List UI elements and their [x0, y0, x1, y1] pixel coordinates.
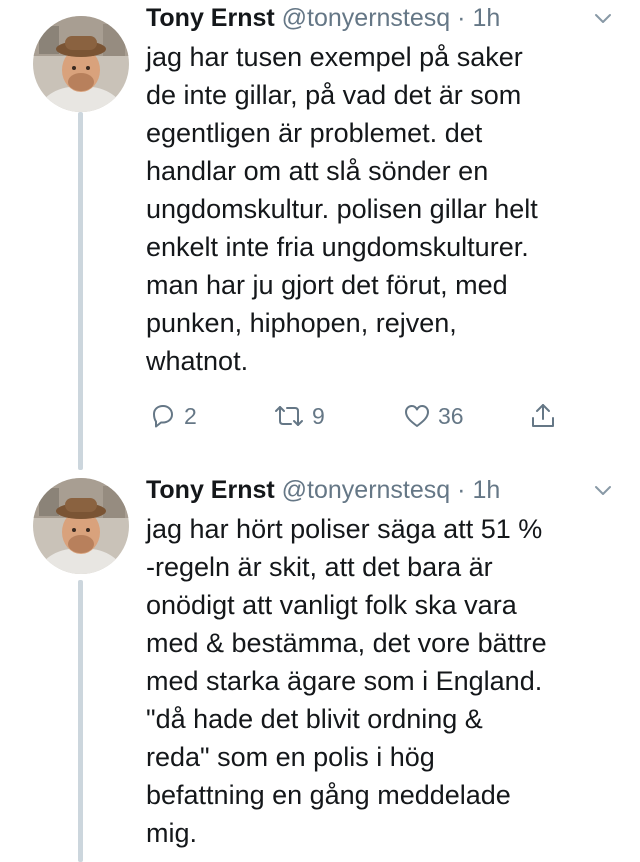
timestamp[interactable]: 1h: [472, 476, 500, 504]
avatar[interactable]: [33, 478, 129, 574]
chevron-down-icon[interactable]: [592, 480, 614, 502]
tweet-thread: Tony Ernst @tonyernstesq · 1h jag har tu…: [0, 0, 640, 862]
timestamp[interactable]: 1h: [472, 4, 500, 32]
author-handle[interactable]: @tonyernstesq: [282, 4, 451, 32]
thread-line: [78, 112, 83, 470]
separator: ·: [457, 4, 466, 32]
tweet-header: Tony Ernst @tonyernstesq · 1h: [146, 476, 626, 508]
like-count: 36: [438, 402, 464, 429]
thread-line: [78, 580, 83, 862]
chevron-down-icon[interactable]: [592, 8, 614, 30]
share-button[interactable]: [528, 396, 558, 436]
separator: ·: [457, 476, 466, 504]
tweet[interactable]: Tony Ernst @tonyernstesq · 1h jag har hö…: [0, 470, 640, 862]
like-button[interactable]: 36: [402, 396, 464, 436]
retweet-count: 9: [312, 402, 325, 429]
reply-count: 2: [184, 402, 197, 429]
retweet-icon: [272, 401, 306, 431]
author-name[interactable]: Tony Ernst: [146, 4, 275, 32]
tweet-text: jag har tusen exempel på saker de inte g…: [146, 42, 538, 376]
like-icon: [402, 401, 432, 431]
share-icon: [528, 401, 558, 431]
tweet[interactable]: Tony Ernst @tonyernstesq · 1h jag har tu…: [0, 0, 640, 470]
tweet-header: Tony Ernst @tonyernstesq · 1h: [146, 4, 626, 36]
reply-icon: [148, 401, 178, 431]
author-handle[interactable]: @tonyernstesq: [282, 476, 451, 504]
tweet-actions: 2 9 36: [146, 396, 626, 436]
tweet-text: jag har hört poliser säga att 51 % -rege…: [146, 514, 547, 848]
retweet-button[interactable]: 9: [272, 396, 325, 436]
avatar[interactable]: [33, 16, 129, 112]
author-name[interactable]: Tony Ernst: [146, 476, 275, 504]
reply-button[interactable]: 2: [148, 396, 197, 436]
